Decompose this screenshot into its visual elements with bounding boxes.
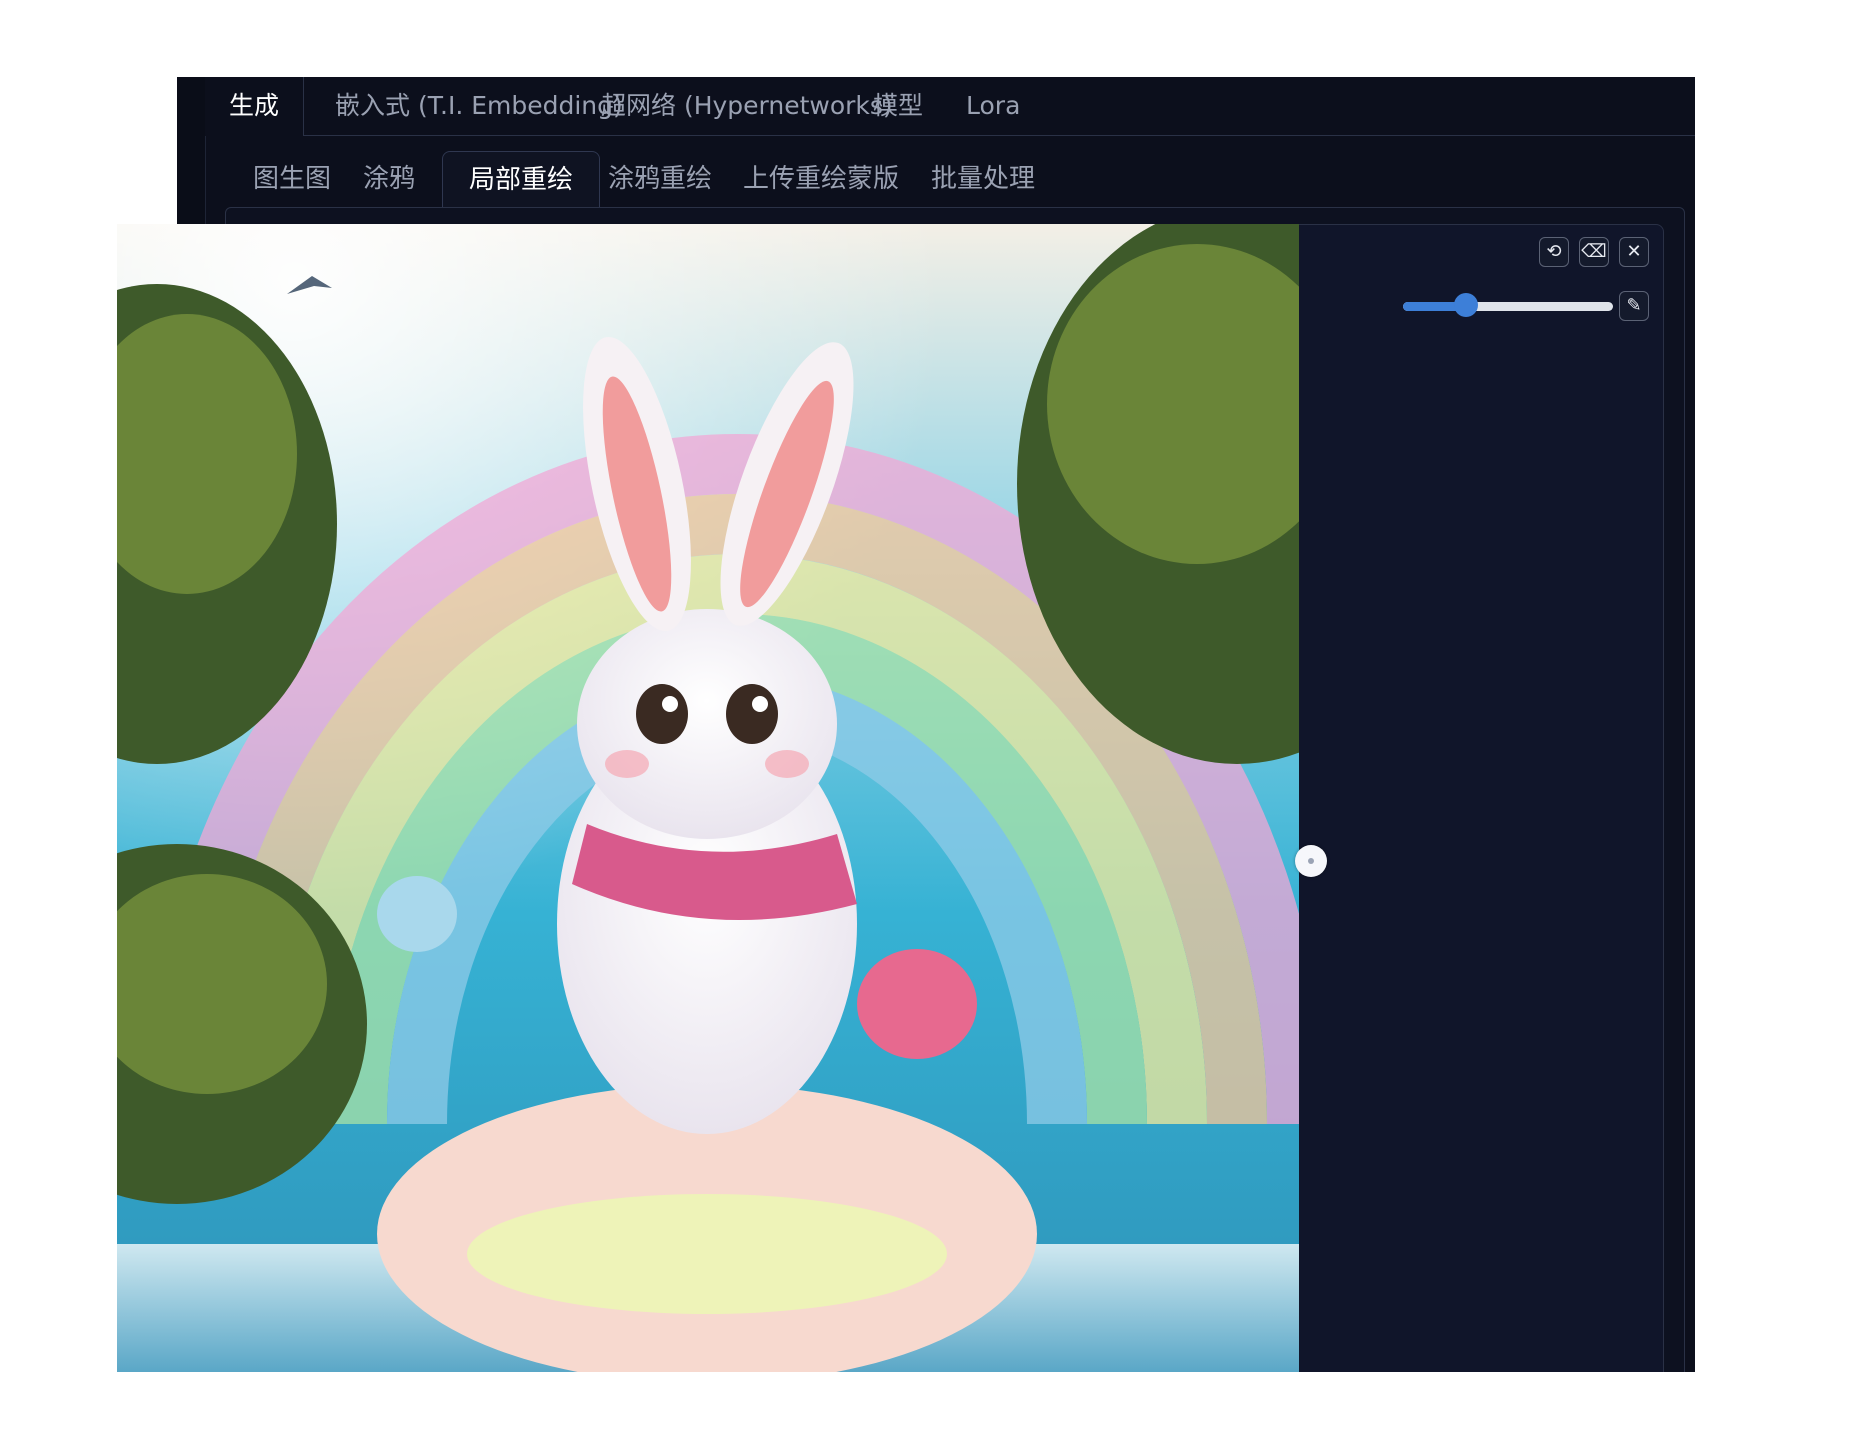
inpaint-canvas-image[interactable] xyxy=(117,224,1299,1372)
slider-thumb[interactable] xyxy=(1454,293,1478,317)
main-tab-bar: 生成 嵌入式 (T.I. Embedding) 超网络 (Hypernetwor… xyxy=(205,77,1695,136)
undo-icon[interactable]: ⟲ xyxy=(1539,237,1569,267)
brush-size-slider[interactable] xyxy=(1403,293,1613,317)
subtab-sketch[interactable]: 涂鸦 xyxy=(337,151,441,207)
tab-lora[interactable]: Lora xyxy=(942,77,1044,135)
sub-tab-bar: 图生图 涂鸦 局部重绘 涂鸦重绘 上传重绘蒙版 批量处理 xyxy=(227,151,1685,210)
brush-icon[interactable]: ✎ xyxy=(1619,291,1649,321)
tab-generate[interactable]: 生成 xyxy=(205,77,305,136)
subtab-inpaint[interactable]: 局部重绘 xyxy=(442,151,601,210)
brush-cursor xyxy=(1295,845,1327,877)
subtab-batch[interactable]: 批量处理 xyxy=(905,151,1061,207)
close-icon[interactable]: ✕ xyxy=(1619,237,1649,267)
tab-models[interactable]: 模型 xyxy=(849,77,947,135)
subtab-inpaint-upload[interactable]: 上传重绘蒙版 xyxy=(717,151,925,207)
eraser-icon[interactable]: ⌫ xyxy=(1579,237,1609,267)
subtab-inpaint-sketch[interactable]: 涂鸦重绘 xyxy=(582,151,738,207)
